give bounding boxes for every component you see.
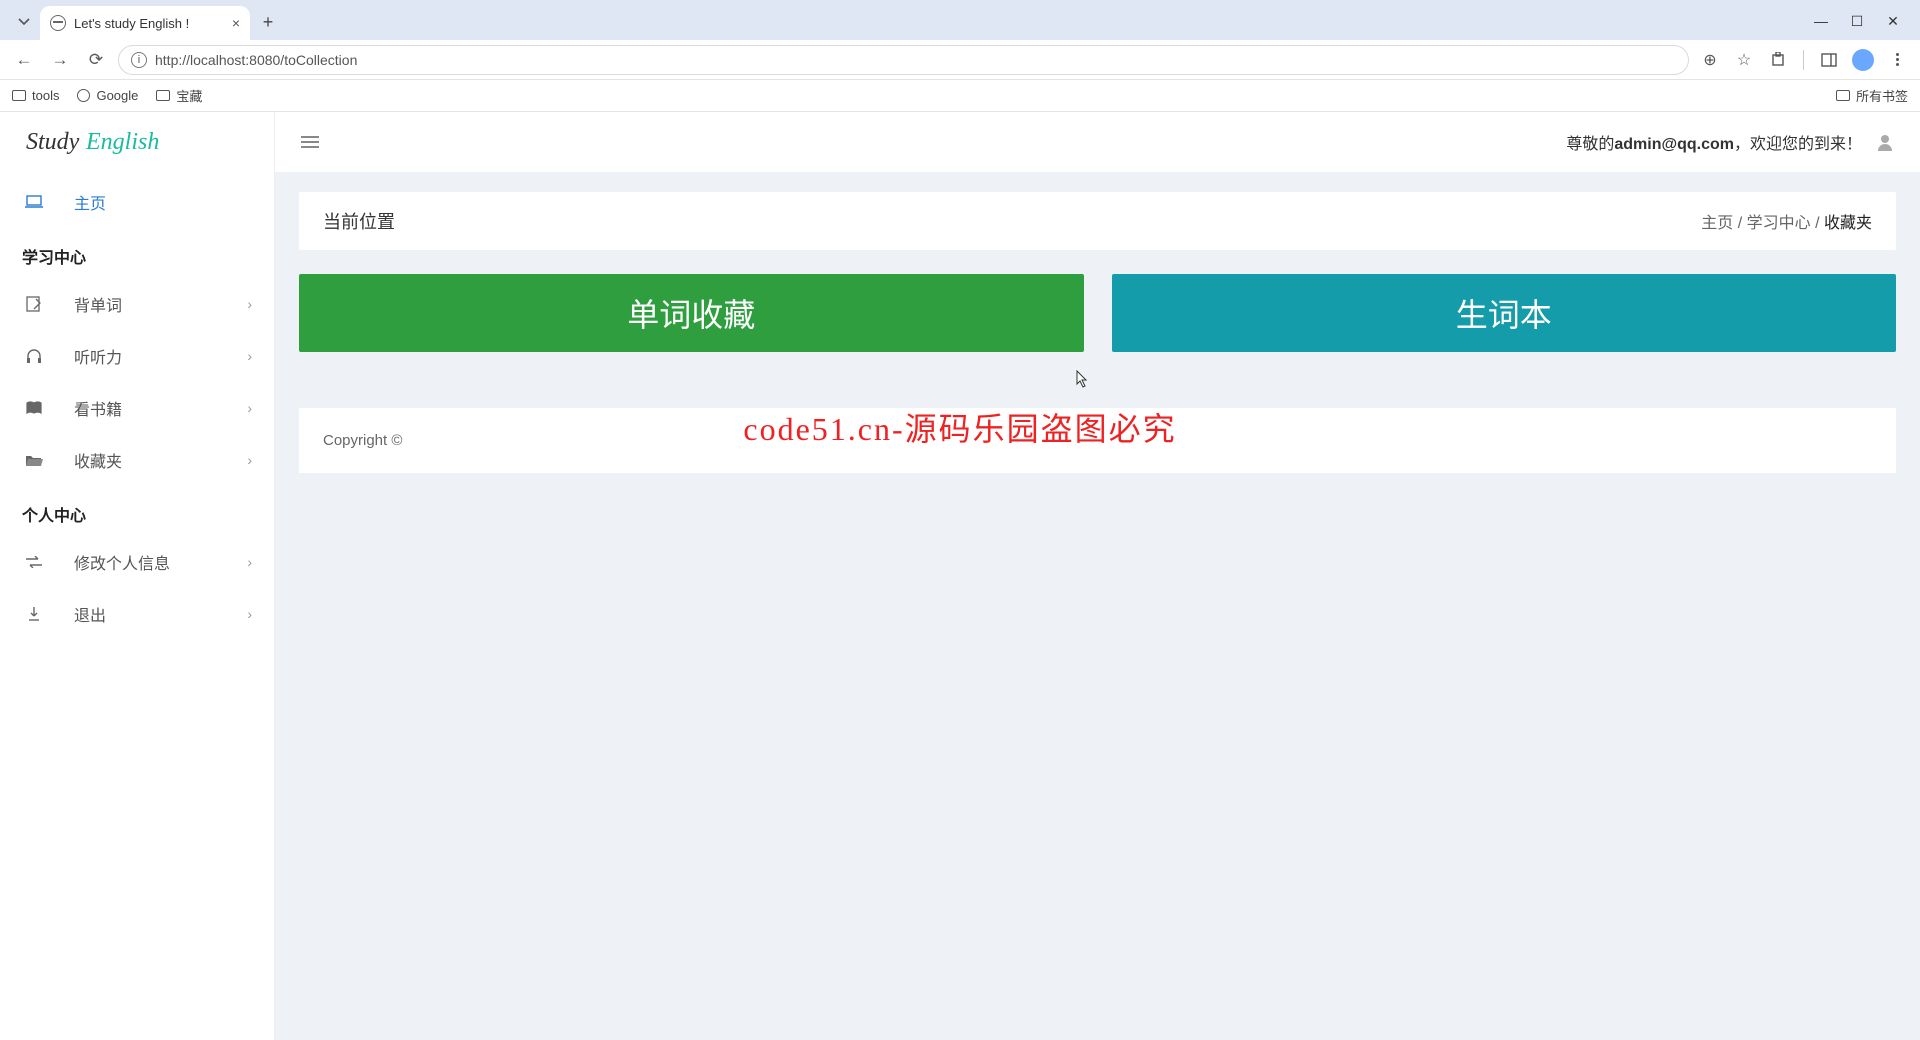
folder-icon: [12, 90, 26, 101]
tab-list-button[interactable]: [10, 8, 38, 36]
card-label: 单词收藏: [627, 290, 755, 336]
nav-favorites[interactable]: 收藏夹 ›: [0, 434, 274, 486]
back-button[interactable]: ←: [10, 46, 38, 74]
nav-group-personal: 个人中心: [0, 486, 274, 536]
card-label: 生词本: [1456, 290, 1552, 336]
browser-tab[interactable]: Let's study English ! ×: [40, 6, 250, 40]
sidepanel-icon[interactable]: [1816, 47, 1842, 73]
nav-label: 退出: [74, 602, 106, 626]
logo[interactable]: Study English: [0, 112, 274, 176]
breadcrumb-sep: /: [1811, 215, 1824, 232]
breadcrumb-path: 主页 / 学习中心 / 收藏夹: [1701, 209, 1872, 233]
transfer-icon: [22, 556, 46, 568]
chevron-right-icon: ›: [247, 452, 252, 468]
folder-icon: [1836, 90, 1850, 101]
all-bookmarks[interactable]: 所有书签: [1836, 86, 1908, 105]
footer-text: Copyright ©: [323, 432, 402, 449]
bookmarks-bar: tools Google 宝藏 所有书签: [0, 80, 1920, 112]
topbar: 尊敬的admin@qq.com，欢迎您的到来！: [275, 112, 1920, 172]
welcome-suffix: ，欢迎您的到来！: [1734, 136, 1862, 153]
breadcrumb-bar: 当前位置 主页 / 学习中心 / 收藏夹: [299, 192, 1896, 250]
window-controls: — ☐ ✕: [1814, 13, 1912, 40]
separator: [1803, 50, 1804, 70]
hamburger-icon[interactable]: [301, 136, 319, 148]
logo-part1: Study: [26, 129, 79, 155]
forward-button[interactable]: →: [46, 46, 74, 74]
breadcrumb-link-study[interactable]: 学习中心: [1747, 215, 1811, 232]
nav-label: 主页: [74, 190, 106, 214]
nav-label: 听听力: [74, 344, 122, 368]
close-window-icon[interactable]: ✕: [1886, 13, 1900, 30]
bookmark-label: 宝藏: [176, 86, 202, 105]
nav-label: 收藏夹: [74, 448, 122, 472]
breadcrumb-current: 收藏夹: [1824, 215, 1872, 232]
bookmark-google[interactable]: Google: [77, 88, 138, 103]
address-bar[interactable]: i http://localhost:8080/toCollection: [118, 45, 1689, 75]
welcome-prefix: 尊敬的: [1566, 136, 1614, 153]
zoom-icon[interactable]: ⊕: [1697, 47, 1723, 73]
card-word-favorites[interactable]: 单词收藏: [299, 274, 1084, 352]
laptop-icon: [22, 195, 46, 209]
minimize-icon[interactable]: —: [1814, 13, 1828, 30]
bookmark-treasure[interactable]: 宝藏: [156, 86, 202, 105]
card-row: 单词收藏 生词本: [299, 274, 1896, 352]
reload-button[interactable]: ⟳: [82, 46, 110, 74]
chevron-right-icon: ›: [247, 348, 252, 364]
close-icon[interactable]: ×: [232, 15, 240, 31]
extensions-icon[interactable]: [1765, 47, 1791, 73]
globe-icon: [77, 89, 90, 102]
nav-label: 背单词: [74, 292, 122, 316]
browser-toolbar: ← → ⟳ i http://localhost:8080/toCollecti…: [0, 40, 1920, 80]
nav-books[interactable]: 看书籍 ›: [0, 382, 274, 434]
tab-title: Let's study English !: [74, 16, 189, 31]
nav-home[interactable]: 主页: [0, 176, 274, 228]
logo-part2: English: [86, 129, 159, 155]
chevron-right-icon: ›: [247, 296, 252, 312]
globe-icon: [50, 15, 66, 31]
user-icon[interactable]: [1876, 133, 1894, 151]
chevron-right-icon: ›: [247, 606, 252, 622]
sidebar: Study English 主页 学习中心 背单词 › 听听力 › 看书籍 › …: [0, 112, 275, 1040]
bookmark-label: Google: [96, 88, 138, 103]
headphones-icon: [22, 348, 46, 364]
nav-label: 看书籍: [74, 396, 122, 420]
folder-icon: [156, 90, 170, 101]
profile-icon[interactable]: [1850, 47, 1876, 73]
url-text: http://localhost:8080/toCollection: [155, 52, 357, 68]
edit-icon: [22, 296, 46, 312]
nav-label: 修改个人信息: [74, 550, 170, 574]
logout-icon: [22, 606, 46, 622]
main-area: 尊敬的admin@qq.com，欢迎您的到来！ 当前位置 主页 / 学习中心 /…: [275, 112, 1920, 1040]
info-icon[interactable]: i: [131, 52, 147, 68]
overlay-warning: code51.cn-源码乐园盗图必究: [743, 404, 1176, 450]
new-tab-button[interactable]: +: [254, 8, 282, 36]
chevron-right-icon: ›: [247, 554, 252, 570]
nav-profile-edit[interactable]: 修改个人信息 ›: [0, 536, 274, 588]
maximize-icon[interactable]: ☐: [1850, 13, 1864, 30]
browser-chrome: Let's study English ! × + — ☐ ✕ ← → ⟳ i …: [0, 0, 1920, 112]
cursor-icon: [1070, 370, 1088, 392]
welcome-user: admin@qq.com: [1614, 136, 1734, 153]
breadcrumb-link-home[interactable]: 主页: [1701, 215, 1733, 232]
bookmark-tools[interactable]: tools: [12, 88, 59, 103]
tab-bar: Let's study English ! × + — ☐ ✕: [0, 0, 1920, 40]
breadcrumb-title: 当前位置: [323, 208, 395, 234]
chevron-right-icon: ›: [247, 400, 252, 416]
bookmark-label: tools: [32, 88, 59, 103]
nav-listening[interactable]: 听听力 ›: [0, 330, 274, 382]
bookmark-label: 所有书签: [1856, 86, 1908, 105]
book-icon: [22, 401, 46, 415]
nav-words[interactable]: 背单词 ›: [0, 278, 274, 330]
nav-logout[interactable]: 退出 ›: [0, 588, 274, 640]
card-new-words[interactable]: 生词本: [1112, 274, 1897, 352]
app-container: Study English 主页 学习中心 背单词 › 听听力 › 看书籍 › …: [0, 112, 1920, 1040]
menu-icon[interactable]: [1884, 47, 1910, 73]
breadcrumb-sep: /: [1733, 215, 1746, 232]
star-icon[interactable]: ☆: [1731, 47, 1757, 73]
folder-open-icon: [22, 453, 46, 467]
nav-group-study: 学习中心: [0, 228, 274, 278]
welcome-text: 尊敬的admin@qq.com，欢迎您的到来！: [1566, 130, 1894, 154]
